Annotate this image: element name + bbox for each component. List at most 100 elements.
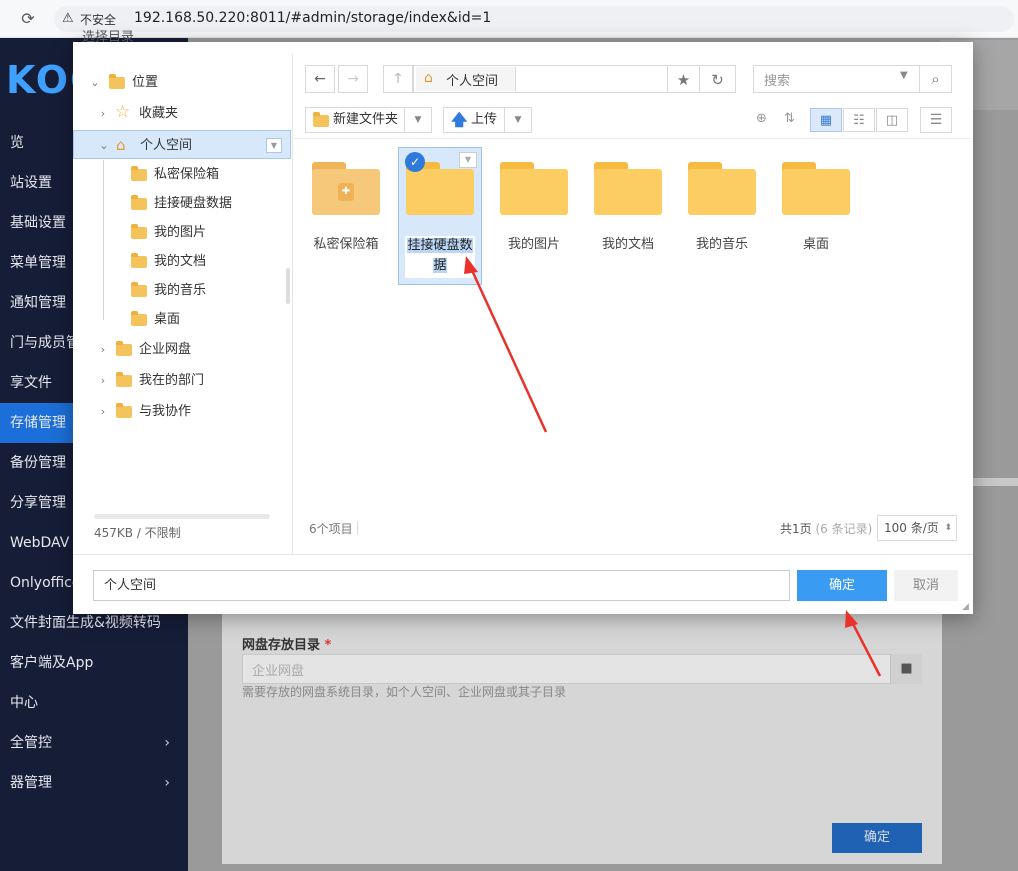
folder-icon xyxy=(131,195,147,210)
item-count: 6个项目 xyxy=(309,522,353,536)
zoom-icon[interactable]: ⊕ xyxy=(756,111,767,126)
tree-item-favorites[interactable]: › ☆ 收藏夹 xyxy=(73,99,291,128)
tree-item-enterprise[interactable]: › 企业网盘 xyxy=(73,335,291,364)
sidebar-item-label: 中心 xyxy=(10,695,38,711)
tree-scrollbar[interactable] xyxy=(286,268,290,304)
file-item[interactable]: 我的文档 xyxy=(586,147,670,285)
page-size-select[interactable]: 100 条/页 ⬍ xyxy=(877,515,957,541)
sidebar-item[interactable]: 存储管理 xyxy=(0,403,73,443)
tree-item-personal-space[interactable]: ⌄ ⌂ 个人空间 ▼ xyxy=(73,130,291,159)
folder-icon xyxy=(109,74,125,89)
chevron-right-icon: › xyxy=(164,735,170,751)
tree-item-collab[interactable]: › 与我协作 xyxy=(73,397,291,426)
lock-folder-icon xyxy=(131,166,147,181)
expand-icon[interactable]: › xyxy=(97,397,109,426)
home-icon: ⌂ xyxy=(116,136,126,154)
tree-item-my-dept[interactable]: › 我在的部门 xyxy=(73,366,291,395)
sidebar-item-label: 客户端及App xyxy=(10,655,94,671)
folder-icon xyxy=(131,282,147,297)
tree-child-item[interactable]: 私密保险箱 xyxy=(73,160,291,189)
collapse-icon[interactable]: ⌄ xyxy=(98,131,110,160)
sidebar-item-label: 通知管理 xyxy=(10,295,66,311)
sidebar-item-label: 菜单管理 xyxy=(10,255,66,271)
confirm-button[interactable]: 确定 xyxy=(797,570,887,601)
selected-path-input[interactable]: 个人空间 xyxy=(93,570,790,601)
tree-item-menu-button[interactable]: ▼ xyxy=(266,138,282,153)
rename-text[interactable]: 挂接硬盘数据 xyxy=(405,236,475,276)
breadcrumb-label[interactable]: 个人空间 xyxy=(446,70,498,89)
search-dropdown-icon[interactable]: ▼ xyxy=(900,70,908,81)
tree-guide-line xyxy=(103,160,104,320)
details-panel-button[interactable]: ☰ xyxy=(920,107,952,133)
expand-icon[interactable]: › xyxy=(97,99,109,128)
cancel-button[interactable]: 取消 xyxy=(894,570,958,601)
split-view-button[interactable]: ◫ xyxy=(876,108,908,132)
tree-child-item[interactable]: 我的文档 xyxy=(73,247,291,276)
tree-child-label: 桌面 xyxy=(154,312,181,327)
lock-icon: ✚ xyxy=(338,183,354,201)
file-item[interactable]: 我的图片 xyxy=(492,147,576,285)
expand-icon[interactable]: › xyxy=(97,366,109,395)
folder-icon xyxy=(131,253,147,268)
sidebar-item[interactable]: 器管理 › xyxy=(0,763,188,803)
tree-child-label: 挂接硬盘数据 xyxy=(154,196,233,211)
sidebar-item-label: Onlyoffice xyxy=(10,575,81,591)
usage-bar xyxy=(94,514,270,519)
home-icon: ⌂ xyxy=(424,70,433,86)
expand-icon[interactable]: › xyxy=(97,335,109,364)
url-text[interactable]: 192.168.50.220:8011/#admin/storage/index… xyxy=(134,10,491,26)
file-item[interactable]: 我的音乐 xyxy=(680,147,764,285)
file-name: 我的文档 xyxy=(601,237,654,252)
list-view-button[interactable]: ☷ xyxy=(843,108,875,132)
new-folder-dropdown[interactable]: ▼ xyxy=(405,107,432,133)
stepper-icon: ⬍ xyxy=(944,523,952,533)
warning-icon[interactable]: ⚠ xyxy=(62,11,74,26)
folder-icon xyxy=(313,112,329,127)
folder-icon xyxy=(131,311,147,326)
sidebar-item-label: 器管理 xyxy=(10,775,52,791)
file-item[interactable]: ✚ 私密保险箱 xyxy=(304,147,388,285)
tree-child-item[interactable]: 桌面 xyxy=(73,305,291,334)
sidebar-item[interactable]: 全管控 › xyxy=(0,723,188,763)
sort-icon[interactable]: ⇅ xyxy=(784,111,795,126)
file-item[interactable]: 桌面 xyxy=(774,147,858,285)
icon-view-button[interactable]: ▦ xyxy=(810,108,842,132)
tree-child-item[interactable]: 我的图片 xyxy=(73,218,291,247)
up-button[interactable]: ↑ xyxy=(383,65,413,93)
upload-label: 上传 xyxy=(471,112,498,127)
pagination-info: 共1页 (6 条记录) xyxy=(780,522,873,536)
reload-icon[interactable]: ⟳ xyxy=(18,9,38,29)
sidebar-item[interactable]: 中心 xyxy=(0,683,188,723)
storage-path-placeholder: 企业网盘 xyxy=(252,664,305,679)
tree-child-label: 我的图片 xyxy=(154,225,207,240)
collapse-icon[interactable]: ⌄ xyxy=(89,68,101,97)
tree-child-label: 私密保险箱 xyxy=(154,167,220,182)
favorite-button[interactable]: ★ xyxy=(668,65,700,93)
folder-picker-button[interactable]: ■ xyxy=(890,654,922,684)
tree-child-item[interactable]: 我的音乐 xyxy=(73,276,291,305)
divider xyxy=(357,521,358,535)
tree-child-label: 我的音乐 xyxy=(154,283,207,298)
save-button[interactable]: 确定 xyxy=(832,823,922,853)
search-placeholder: 搜索 xyxy=(764,74,791,89)
tree-item-label: 企业网盘 xyxy=(139,342,192,357)
tree-child-item[interactable]: 挂接硬盘数据 xyxy=(73,189,291,218)
storage-path-input[interactable] xyxy=(242,654,922,684)
new-folder-button[interactable]: 新建文件夹 xyxy=(305,107,405,133)
resize-handle-icon[interactable]: ◢ xyxy=(962,602,972,612)
divider xyxy=(73,554,973,555)
sidebar-item[interactable]: 客户端及App xyxy=(0,643,188,683)
forward-button[interactable]: → xyxy=(338,65,368,93)
refresh-button[interactable]: ↻ xyxy=(700,65,736,93)
tree-item-label: 收藏夹 xyxy=(139,106,179,121)
back-button[interactable]: ← xyxy=(305,65,335,93)
upload-dropdown[interactable]: ▼ xyxy=(505,107,532,133)
search-button[interactable]: ⌕ xyxy=(920,65,952,93)
check-icon[interactable]: ✓ xyxy=(405,152,425,172)
upload-button[interactable]: 🡅 上传 xyxy=(443,107,505,133)
upload-icon: 🡅 xyxy=(451,110,468,129)
new-folder-label: 新建文件夹 xyxy=(333,112,399,127)
file-menu-button[interactable]: ▼ xyxy=(459,152,477,168)
tree-root[interactable]: ⌄ 位置 xyxy=(73,68,291,97)
tree-item-label: 我在的部门 xyxy=(139,373,205,388)
